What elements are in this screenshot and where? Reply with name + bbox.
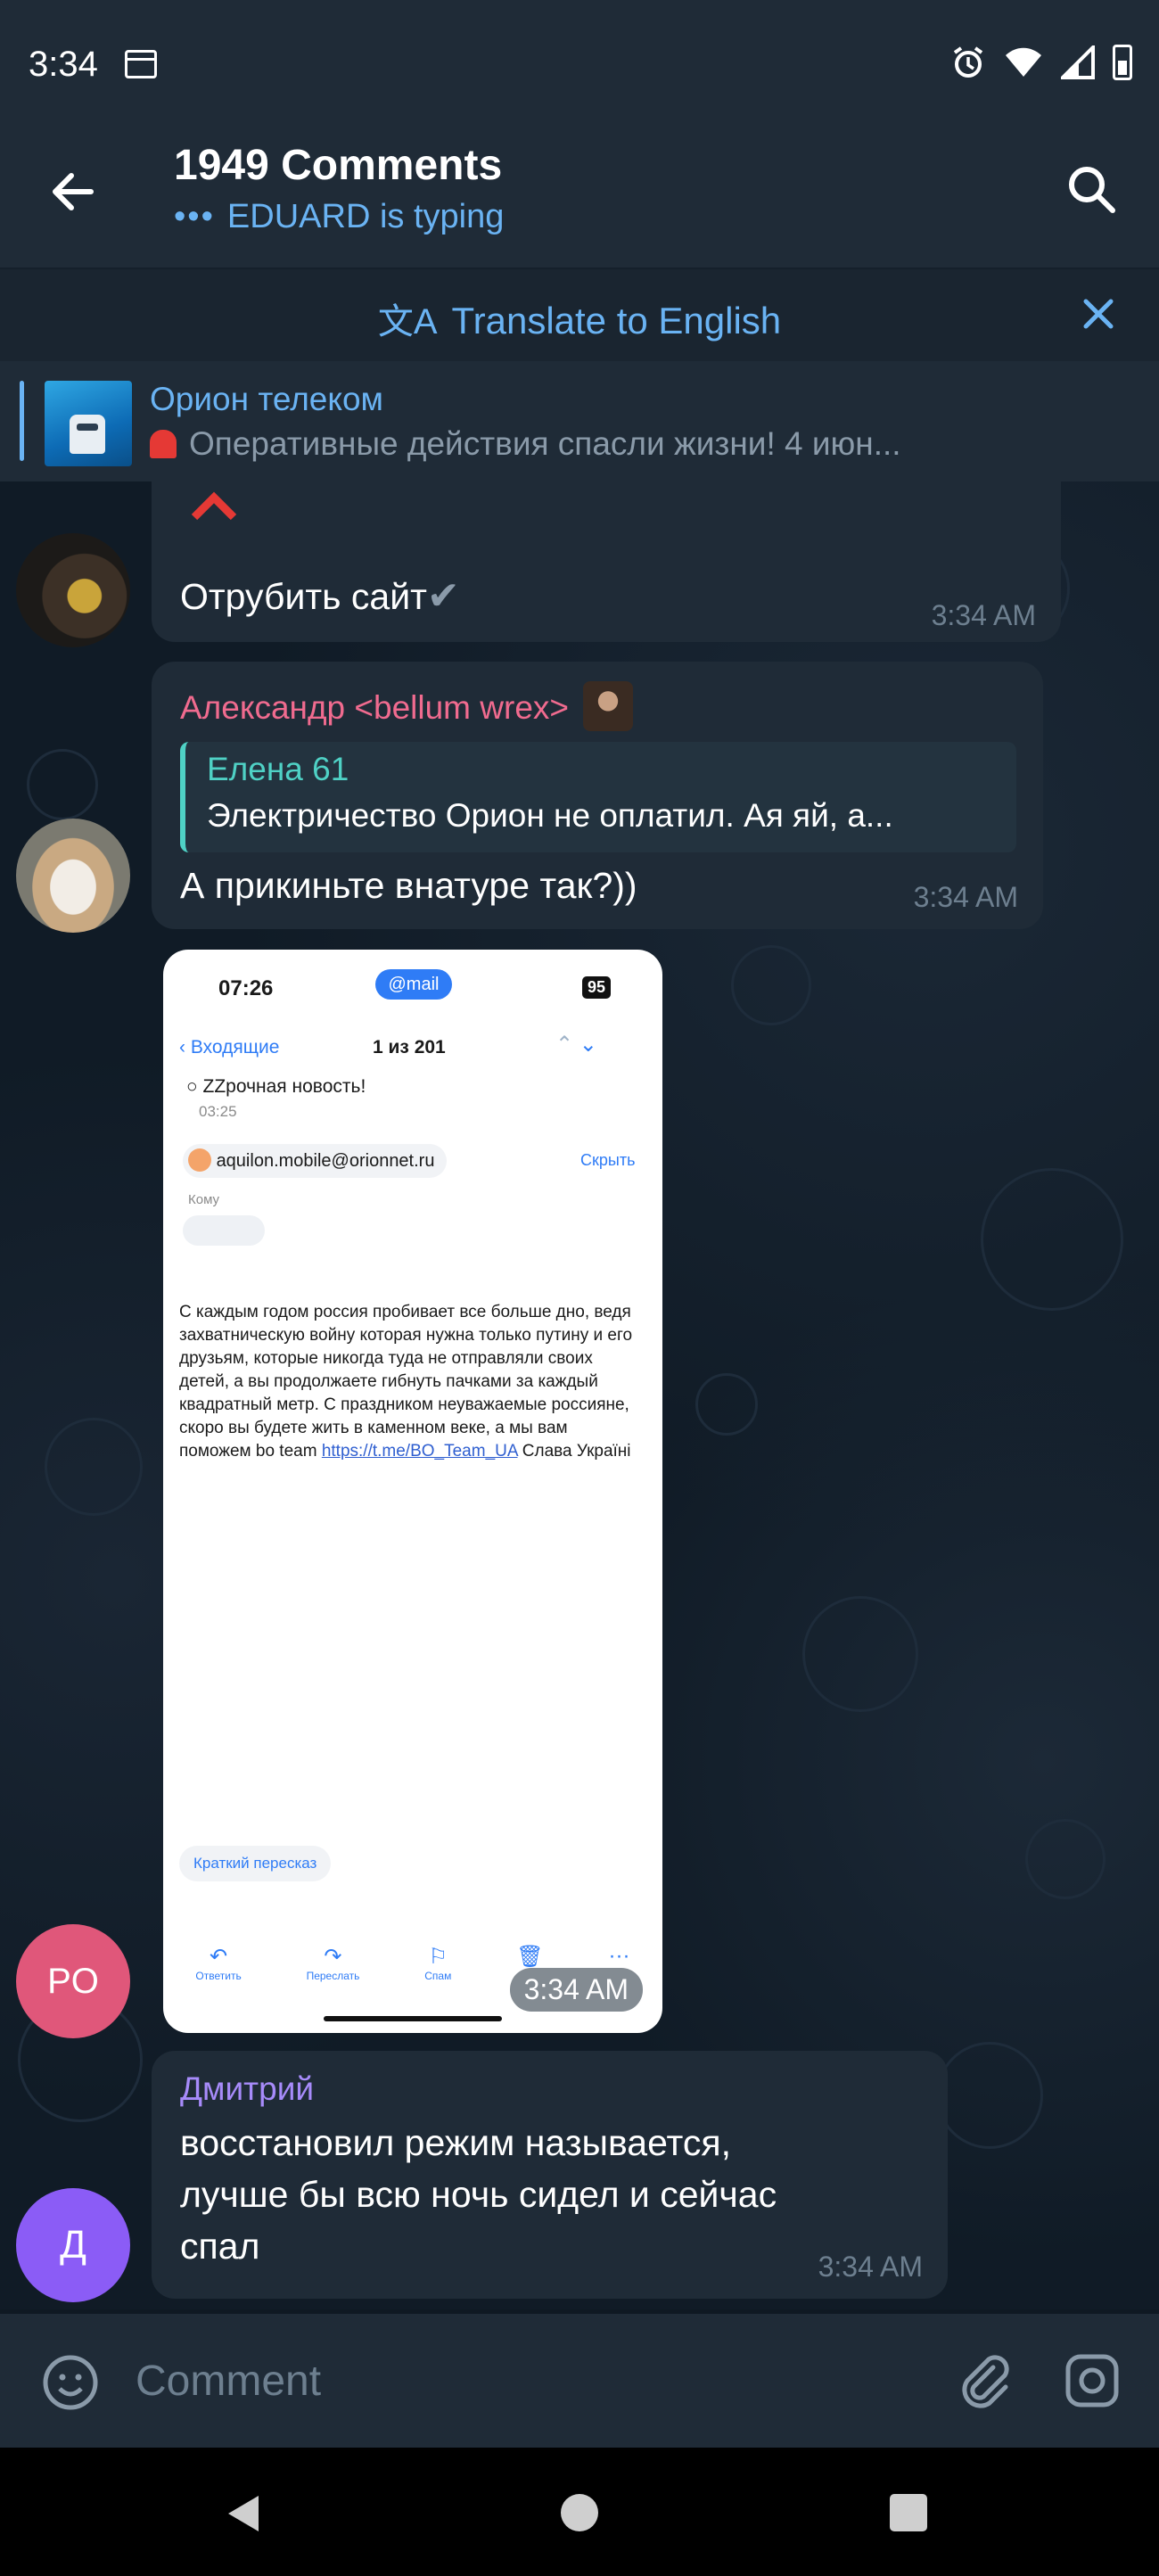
translate-bar[interactable]: 文A Translate to English — [0, 267, 1159, 361]
avatar[interactable] — [16, 533, 130, 647]
status-time: 3:34 — [29, 45, 98, 84]
message-time: 3:34 AM — [818, 2251, 923, 2283]
translate-label: Translate to English — [451, 300, 782, 342]
mail-counter: 1 из 201 — [373, 1037, 446, 1058]
status-icons — [950, 45, 1132, 80]
arrow-sticker-icon — [191, 491, 237, 521]
translate-icon: 文A — [377, 302, 438, 342]
message-text: восстановил режим называется, лучше бы в… — [180, 2122, 777, 2267]
message-text: Отрубить сайт✔ — [180, 574, 460, 618]
emoji-icon[interactable] — [39, 2351, 102, 2414]
message-bubble[interactable]: Александр <bellum wrex> Елена 61 Электри… — [152, 662, 1043, 929]
reply-name: Елена 61 — [207, 751, 349, 787]
calendar-icon — [125, 50, 157, 78]
avatar[interactable]: Д — [16, 2188, 130, 2302]
pinned-indicator — [20, 381, 24, 461]
avatar[interactable]: PO — [16, 1924, 130, 2038]
mail-summary-button: Краткий пересказ — [179, 1846, 332, 1881]
mail-badge: @mail — [375, 969, 452, 1000]
phone-home-indicator — [324, 2016, 502, 2021]
sender-name: Дмитрий — [180, 2070, 315, 2107]
message-time: 3:34 AM — [509, 1968, 643, 2012]
message-time: 3:34 AM — [931, 599, 1036, 631]
mail-subject: ○ ZZрочная новость! — [186, 1076, 366, 1097]
camera-icon[interactable] — [1061, 2350, 1123, 2412]
translate-button[interactable]: 文A Translate to English — [0, 292, 1159, 344]
mail-nav-arrows: ⌃ ⌄ — [555, 1033, 597, 1057]
message-bubble[interactable]: Отрубить сайт✔ 3:34 AM — [152, 481, 1061, 642]
typing-text: EDUARD is typing — [226, 198, 505, 235]
pinned-post[interactable]: Орион телеком Оперативные действия спасл… — [0, 361, 1159, 481]
typing-dots-icon: ••• — [174, 198, 215, 235]
mail-body: С каждым годом россия пробивает все боль… — [179, 1303, 633, 1461]
mail-subject-time: 03:25 — [199, 1103, 237, 1120]
pinned-thumbnail — [45, 381, 132, 466]
battery-icon — [1113, 45, 1132, 80]
mail-recipient-chip — [183, 1215, 265, 1246]
sender-badge-avatar — [583, 681, 634, 731]
nav-back-icon[interactable] — [223, 2492, 262, 2535]
photo-message[interactable]: 07:26 @mail 95 ‹ Входящие 1 из 201 ⌃ ⌄ ○… — [163, 950, 662, 2033]
close-icon[interactable] — [1073, 289, 1123, 339]
phone-battery: 95 — [582, 976, 612, 999]
comment-input-bar: Comment — [0, 2314, 1159, 2448]
nav-home-icon[interactable] — [561, 2494, 598, 2531]
nav-recents-icon[interactable] — [890, 2494, 927, 2531]
mail-sender: aquilon.mobile@orionnet.ru — [183, 1144, 448, 1178]
sender-name: Александр <bellum wrex> — [180, 681, 634, 731]
status-bar: 3:34 — [0, 0, 1159, 134]
pinned-text: Оперативные действия спасли жизни! 4 июн… — [150, 425, 1130, 463]
mail-to-label: Кому — [188, 1192, 220, 1207]
pinned-text-value: Оперативные действия спасли жизни! 4 июн… — [189, 425, 901, 462]
back-arrow-icon[interactable] — [45, 160, 107, 223]
typing-status: ••• EDUARD is typing — [174, 198, 504, 236]
message-bubble[interactable]: Дмитрий восстановил режим называется, лу… — [152, 2051, 948, 2299]
chat-header: 1949 Comments ••• EDUARD is typing — [0, 134, 1159, 267]
page-title: 1949 Comments — [174, 142, 503, 189]
reply-preview[interactable]: Елена 61 Электричество Орион не оплатил.… — [180, 742, 1016, 852]
alarm-icon — [953, 46, 983, 78]
message-text: А прикиньте внатуре так?)) — [180, 865, 637, 906]
wifi-icon — [1006, 47, 1041, 77]
phone-time: 07:26 — [218, 976, 274, 1000]
mail-hide-link: Скрыть — [580, 1151, 636, 1169]
avatar[interactable] — [16, 819, 130, 933]
system-nav-bar — [0, 2448, 1159, 2576]
siren-icon — [150, 430, 177, 458]
paperclip-icon[interactable] — [954, 2350, 1016, 2412]
pinned-title: Орион телеком — [150, 381, 383, 417]
checkmark-icon: ✔ — [426, 574, 460, 618]
signal-icon — [1061, 45, 1095, 79]
search-icon[interactable] — [1061, 159, 1123, 221]
mail-back-link: ‹ Входящие — [179, 1037, 280, 1058]
message-time: 3:34 AM — [913, 881, 1018, 913]
comment-input[interactable]: Comment — [136, 2357, 321, 2406]
reply-text: Электричество Орион не оплатил. Ая яй, а… — [207, 797, 893, 834]
